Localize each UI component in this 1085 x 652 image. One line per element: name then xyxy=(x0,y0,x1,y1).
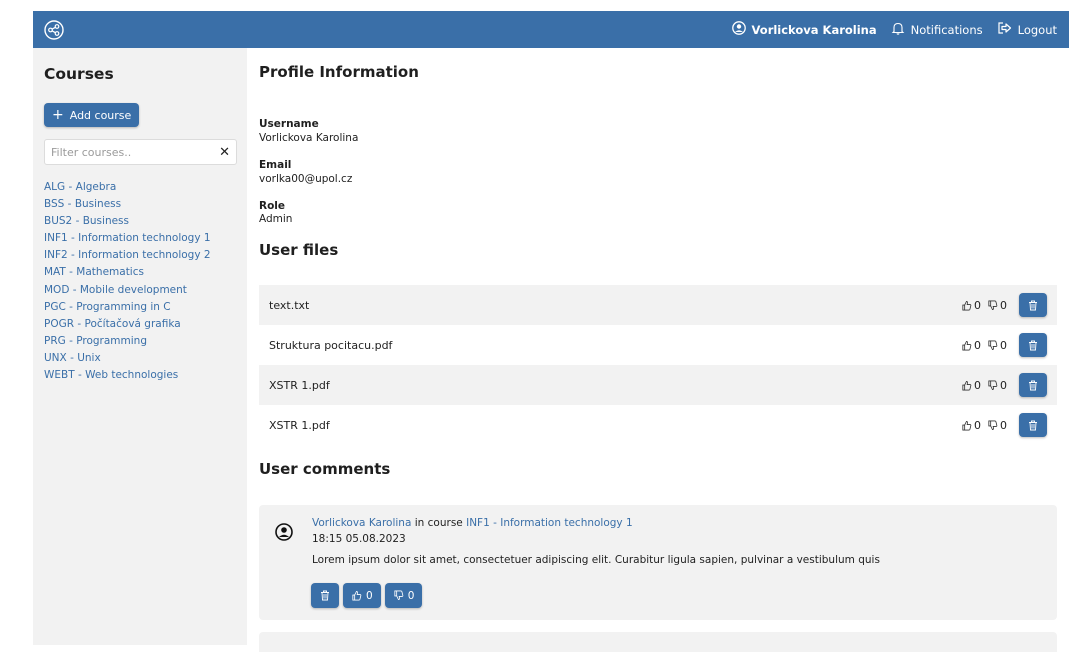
thumbs-down-icon xyxy=(988,340,998,350)
user-comments-title: User comments xyxy=(259,460,391,478)
logout-icon xyxy=(997,21,1018,38)
course-link[interactable]: BSS - Business xyxy=(44,196,236,213)
file-name[interactable]: XSTR 1.pdf xyxy=(269,419,961,432)
role-label: Role xyxy=(259,200,286,212)
trash-icon xyxy=(1029,300,1037,310)
thumbs-up-icon xyxy=(962,300,972,310)
user-circle-icon xyxy=(731,21,752,38)
course-link[interactable]: BUS2 - Business xyxy=(44,213,236,230)
course-link[interactable]: MOD - Mobile development xyxy=(44,282,236,299)
like-count[interactable]: 0 xyxy=(961,339,981,352)
thumbs-up-icon xyxy=(962,380,972,390)
sidebar-title: Courses xyxy=(44,65,114,83)
comment-card xyxy=(259,632,1057,652)
comment-timestamp: 18:15 05.08.2023 xyxy=(312,533,406,545)
comment-dislike-count: 0 xyxy=(407,589,415,602)
file-row: text.txt 0 0 xyxy=(259,285,1057,325)
thumbs-down-icon xyxy=(394,590,403,601)
username-value: Vorlickova Karolina xyxy=(259,132,359,144)
trash-icon xyxy=(321,590,329,601)
course-list: ALG - Algebra BSS - Business BUS2 - Busi… xyxy=(44,179,236,384)
email-label: Email xyxy=(259,159,292,171)
course-link[interactable]: MAT - Mathematics xyxy=(44,264,236,281)
thumbs-down-icon xyxy=(988,420,998,430)
trash-icon xyxy=(1029,380,1037,390)
course-link[interactable]: INF2 - Information technology 2 xyxy=(44,247,236,264)
user-name: Vorlickova Karolina xyxy=(751,22,877,37)
logout-label: Logout xyxy=(1017,22,1057,37)
dislike-count[interactable]: 0 xyxy=(987,299,1007,312)
share-logo-icon[interactable] xyxy=(43,19,65,41)
email-value: vorlka00@upol.cz xyxy=(259,173,353,185)
comment-card: Vorlickova Karolina in course INF1 - Inf… xyxy=(259,505,1057,620)
course-link[interactable]: WEBT - Web technologies xyxy=(44,367,236,384)
file-row: Struktura pocitacu.pdf 0 0 xyxy=(259,325,1057,365)
dislike-count[interactable]: 0 xyxy=(987,339,1007,352)
thumbs-down-icon xyxy=(988,300,998,310)
course-link[interactable]: INF1 - Information technology 1 xyxy=(44,230,236,247)
comment-meta: Vorlickova Karolina in course INF1 - Inf… xyxy=(312,517,633,529)
notifications-link[interactable]: Notifications xyxy=(891,21,983,38)
comment-course-link[interactable]: INF1 - Information technology 1 xyxy=(466,517,633,529)
like-count[interactable]: 0 xyxy=(961,379,981,392)
courses-sidebar: Courses + Add course ✕ ALG - Algebra BSS… xyxy=(33,48,247,645)
file-name[interactable]: Struktura pocitacu.pdf xyxy=(269,339,961,352)
bell-icon xyxy=(891,21,911,38)
add-course-label: Add course xyxy=(69,108,132,122)
in-course-text: in course xyxy=(411,517,467,529)
delete-file-button[interactable] xyxy=(1019,413,1047,437)
comment-author-link[interactable]: Vorlickova Karolina xyxy=(312,517,411,529)
logout-link[interactable]: Logout xyxy=(997,21,1057,38)
thumbs-up-icon xyxy=(962,340,972,350)
file-name[interactable]: XSTR 1.pdf xyxy=(269,379,961,392)
dislike-count[interactable]: 0 xyxy=(987,379,1007,392)
course-link[interactable]: ALG - Algebra xyxy=(44,179,236,196)
course-link[interactable]: POGR - Počítačová grafika xyxy=(44,316,236,333)
like-comment-button[interactable]: 0 xyxy=(343,583,381,608)
user-files-list: text.txt 0 0 Struktura pocitacu.pdf 0 0 xyxy=(259,285,1057,445)
delete-comment-button[interactable] xyxy=(311,583,339,608)
thumbs-up-icon xyxy=(352,590,362,601)
delete-file-button[interactable] xyxy=(1019,333,1047,357)
user-files-title: User files xyxy=(259,241,339,259)
thumbs-up-icon xyxy=(962,420,972,430)
like-count[interactable]: 0 xyxy=(961,299,981,312)
top-navbar: Vorlickova Karolina Notifications Logout xyxy=(33,11,1069,48)
role-value: Admin xyxy=(259,213,293,225)
user-profile-link[interactable]: Vorlickova Karolina xyxy=(731,21,877,38)
filter-courses-input[interactable] xyxy=(51,145,220,159)
trash-icon xyxy=(1029,340,1037,350)
like-count[interactable]: 0 xyxy=(961,419,981,432)
dislike-comment-button[interactable]: 0 xyxy=(384,583,423,608)
add-course-button[interactable]: + Add course xyxy=(44,103,140,127)
course-link[interactable]: UNX - Unix xyxy=(44,350,236,367)
thumbs-down-icon xyxy=(988,380,998,390)
profile-title: Profile Information xyxy=(259,63,419,81)
filter-courses-field: ✕ xyxy=(44,139,237,165)
trash-icon xyxy=(1029,420,1037,430)
file-row: XSTR 1.pdf 0 0 xyxy=(259,365,1057,405)
notifications-label: Notifications xyxy=(910,22,983,37)
delete-file-button[interactable] xyxy=(1019,373,1047,397)
plus-icon: + xyxy=(52,107,64,123)
close-icon[interactable]: ✕ xyxy=(219,145,230,160)
file-row: XSTR 1.pdf 0 0 xyxy=(259,405,1057,445)
dislike-count[interactable]: 0 xyxy=(987,419,1007,432)
delete-file-button[interactable] xyxy=(1019,293,1047,317)
comment-like-count: 0 xyxy=(366,589,373,602)
username-label: Username xyxy=(259,118,319,130)
comment-actions: 0 0 xyxy=(311,583,426,608)
comment-text: Lorem ipsum dolor sit amet, consectetuer… xyxy=(312,554,880,566)
user-avatar-icon xyxy=(275,523,293,545)
course-link[interactable]: PRG - Programming xyxy=(44,333,236,350)
file-name[interactable]: text.txt xyxy=(269,299,961,312)
course-link[interactable]: PGC - Programming in C xyxy=(44,299,236,316)
